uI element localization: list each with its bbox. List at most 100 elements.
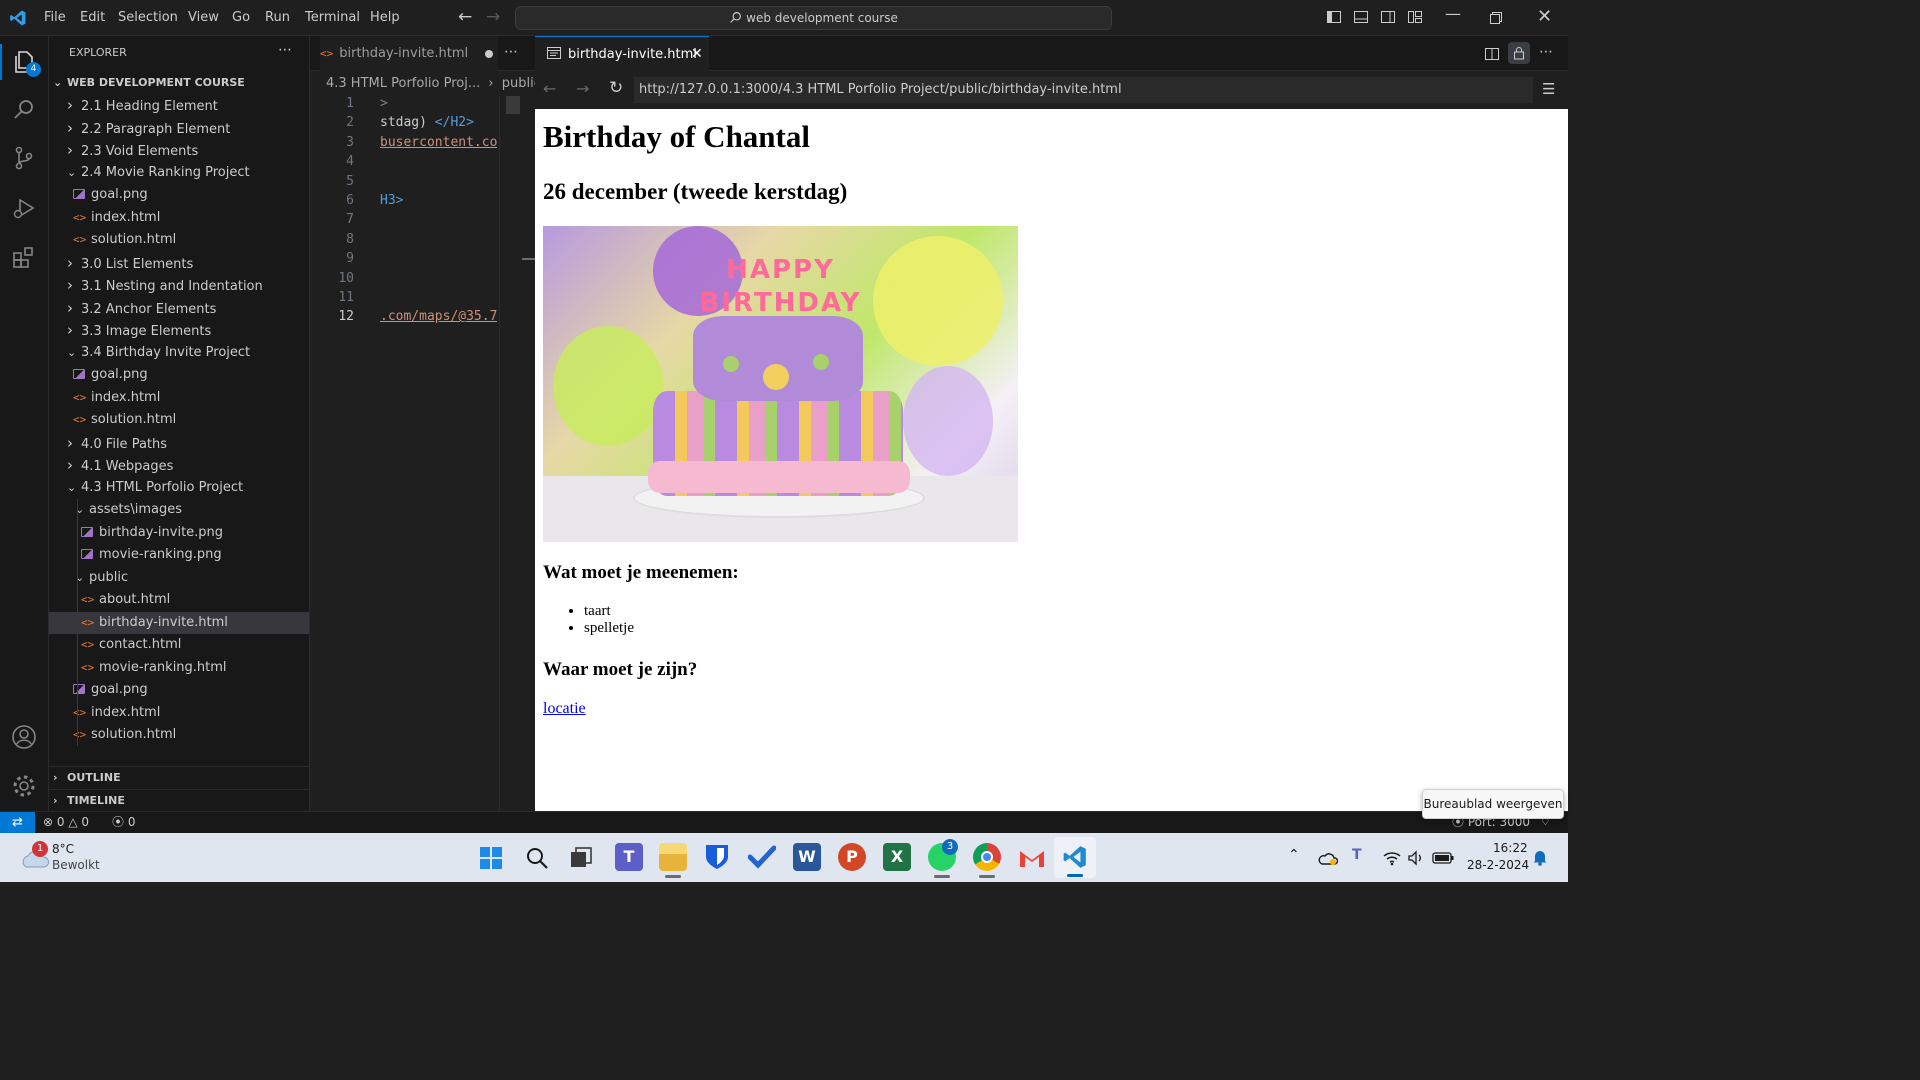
tree-folder[interactable]: › 3.0 List Elements bbox=[49, 252, 309, 274]
teams-icon[interactable]: T bbox=[615, 843, 643, 871]
browser-tab[interactable]: birthday-invite.html ✕ bbox=[535, 36, 709, 71]
tree-folder[interactable]: ⌄ assets\images bbox=[49, 499, 309, 521]
restore-icon[interactable] bbox=[1490, 12, 1502, 24]
run-debug-icon[interactable] bbox=[10, 194, 38, 222]
tree-folder[interactable]: ⌄ 2.4 Movie Ranking Project bbox=[49, 162, 309, 184]
word-icon[interactable]: W bbox=[793, 843, 821, 871]
code-line[interactable]: > bbox=[380, 94, 388, 113]
splitter-handle[interactable] bbox=[522, 258, 535, 260]
ports-indicator[interactable]: ⦿ 0 bbox=[112, 812, 135, 833]
breadcrumb-folder[interactable]: 4.3 HTML Porfolio Proj... bbox=[326, 76, 480, 91]
excel-icon[interactable]: X bbox=[883, 843, 911, 871]
tree-file[interactable]: <> solution.html bbox=[49, 229, 309, 251]
tree-folder[interactable]: ⌄ public bbox=[49, 567, 309, 589]
taskbar-search-icon[interactable] bbox=[525, 846, 549, 870]
toggle-primary-sidebar-icon[interactable] bbox=[1326, 9, 1342, 25]
customize-layout-icon[interactable] bbox=[1407, 9, 1423, 25]
tree-file[interactable]: <> about.html bbox=[49, 589, 309, 611]
gmail-icon[interactable] bbox=[1018, 847, 1046, 869]
menu-selection[interactable]: Selection bbox=[118, 0, 178, 36]
tree-file[interactable]: <> solution.html bbox=[49, 409, 309, 431]
remote-indicator-icon[interactable]: ⇄ bbox=[0, 812, 35, 833]
bitwarden-icon[interactable] bbox=[704, 843, 730, 871]
teams-tray-icon[interactable]: T bbox=[1352, 847, 1362, 863]
show-hidden-icons-icon[interactable]: ⌃ bbox=[1288, 847, 1300, 863]
command-center-search[interactable]: web development course bbox=[515, 6, 1112, 30]
unsaved-dot-icon[interactable] bbox=[485, 50, 493, 58]
source-control-icon[interactable] bbox=[10, 144, 38, 172]
notification-bell-icon[interactable] bbox=[1532, 848, 1548, 866]
tree-folder[interactable]: › 4.0 File Paths bbox=[49, 432, 309, 454]
split-editor-icon[interactable] bbox=[1484, 46, 1500, 62]
manage-gear-icon[interactable] bbox=[10, 772, 38, 800]
workspace-root[interactable]: ⌄ WEB DEVELOPMENT COURSE bbox=[49, 72, 309, 94]
timeline-section[interactable]: › TIMELINE bbox=[49, 789, 309, 811]
tree-file[interactable]: <> index.html bbox=[49, 207, 309, 229]
tree-file[interactable]: <> index.html bbox=[49, 387, 309, 409]
weather-widget[interactable]: 1 8°C Bewolkt bbox=[14, 841, 134, 875]
tree-folder[interactable]: › 3.3 Image Elements bbox=[49, 319, 309, 341]
toggle-panel-icon[interactable] bbox=[1353, 9, 1369, 25]
editor-scrollbar-track[interactable] bbox=[499, 96, 500, 811]
battery-icon[interactable] bbox=[1432, 851, 1454, 865]
reload-icon[interactable]: ↻ bbox=[609, 78, 623, 98]
code-line[interactable]: stdag) </H2> bbox=[380, 113, 474, 132]
onedrive-icon[interactable] bbox=[1318, 850, 1338, 866]
clock-date[interactable]: 28-2-2024 bbox=[1467, 858, 1529, 872]
clock-time[interactable]: 16:22 bbox=[1493, 841, 1528, 855]
menu-go[interactable]: Go bbox=[232, 0, 250, 36]
code-line[interactable]: .com/maps/@35.7 bbox=[380, 307, 497, 326]
windows-start-icon[interactable] bbox=[479, 846, 503, 870]
tree-folder[interactable]: › 4.1 Webpages bbox=[49, 454, 309, 476]
browser-more-actions-icon[interactable]: ⋯ bbox=[1539, 44, 1553, 60]
menu-file[interactable]: File bbox=[44, 0, 66, 36]
todo-icon[interactable] bbox=[748, 845, 776, 869]
editor-more-actions-icon[interactable]: ⋯ bbox=[504, 44, 518, 60]
browser-forward-icon[interactable]: → bbox=[576, 79, 589, 98]
tree-file[interactable]: goal.png bbox=[49, 184, 309, 206]
tree-file[interactable]: <> movie-ranking.html bbox=[49, 657, 309, 679]
tree-folder[interactable]: › 2.1 Heading Element bbox=[49, 94, 309, 116]
volume-icon[interactable] bbox=[1407, 850, 1425, 866]
tree-folder[interactable]: ⌄ 3.4 Birthday Invite Project bbox=[49, 342, 309, 364]
search-icon[interactable] bbox=[10, 96, 38, 124]
powerpoint-icon[interactable]: P bbox=[838, 843, 866, 871]
tree-file[interactable]: <> contact.html bbox=[49, 634, 309, 656]
tree-folder[interactable]: › 3.1 Nesting and Indentation bbox=[49, 274, 309, 296]
code-line[interactable]: H3> bbox=[380, 191, 403, 210]
menu-view[interactable]: View bbox=[188, 0, 219, 36]
toggle-secondary-sidebar-icon[interactable] bbox=[1380, 9, 1396, 25]
browser-back-icon[interactable]: ← bbox=[543, 79, 556, 98]
editor-tab[interactable]: <> birthday-invite.html bbox=[320, 36, 498, 71]
tree-file[interactable]: <> solution.html bbox=[49, 724, 309, 746]
nav-forward-icon[interactable]: → bbox=[486, 7, 500, 27]
outline-section[interactable]: › OUTLINE bbox=[49, 766, 309, 788]
tree-folder[interactable]: › 2.3 Void Elements bbox=[49, 139, 309, 161]
tree-file[interactable]: movie-ranking.png bbox=[49, 544, 309, 566]
vscode-taskbar-button[interactable] bbox=[1054, 837, 1096, 878]
close-tab-icon[interactable]: ✕ bbox=[691, 37, 703, 72]
chrome-icon[interactable] bbox=[973, 843, 1001, 871]
minimize-icon[interactable]: — bbox=[1445, 4, 1461, 23]
url-input[interactable]: http://127.0.0.1:3000/4.3 HTML Porfolio … bbox=[634, 77, 1533, 103]
menu-run[interactable]: Run bbox=[265, 0, 290, 36]
minimap[interactable] bbox=[506, 96, 520, 114]
more-actions-icon[interactable]: ⋯ bbox=[278, 42, 292, 58]
tree-folder[interactable]: › 2.2 Paragraph Element bbox=[49, 117, 309, 139]
menu-help[interactable]: Help bbox=[370, 0, 400, 36]
extensions-icon[interactable] bbox=[10, 243, 38, 271]
close-window-icon[interactable]: ✕ bbox=[1537, 6, 1552, 27]
tree-folder[interactable]: ⌄ 4.3 HTML Porfolio Project bbox=[49, 477, 309, 499]
tree-file[interactable]: goal.png bbox=[49, 679, 309, 701]
file-explorer-icon[interactable] bbox=[659, 843, 687, 871]
location-link[interactable]: locatie bbox=[543, 700, 586, 718]
hamburger-menu-icon[interactable]: ☰ bbox=[1542, 80, 1555, 98]
menu-edit[interactable]: Edit bbox=[80, 0, 105, 36]
tree-file[interactable]: <> birthday-invite.html bbox=[49, 611, 309, 634]
nav-back-icon[interactable]: ← bbox=[458, 7, 472, 27]
tree-file[interactable]: birthday-invite.png bbox=[49, 522, 309, 544]
task-view-icon[interactable] bbox=[569, 846, 593, 870]
accounts-icon[interactable] bbox=[10, 723, 38, 751]
tree-file[interactable]: <> index.html bbox=[49, 702, 309, 724]
menu-terminal[interactable]: Terminal bbox=[305, 0, 360, 36]
